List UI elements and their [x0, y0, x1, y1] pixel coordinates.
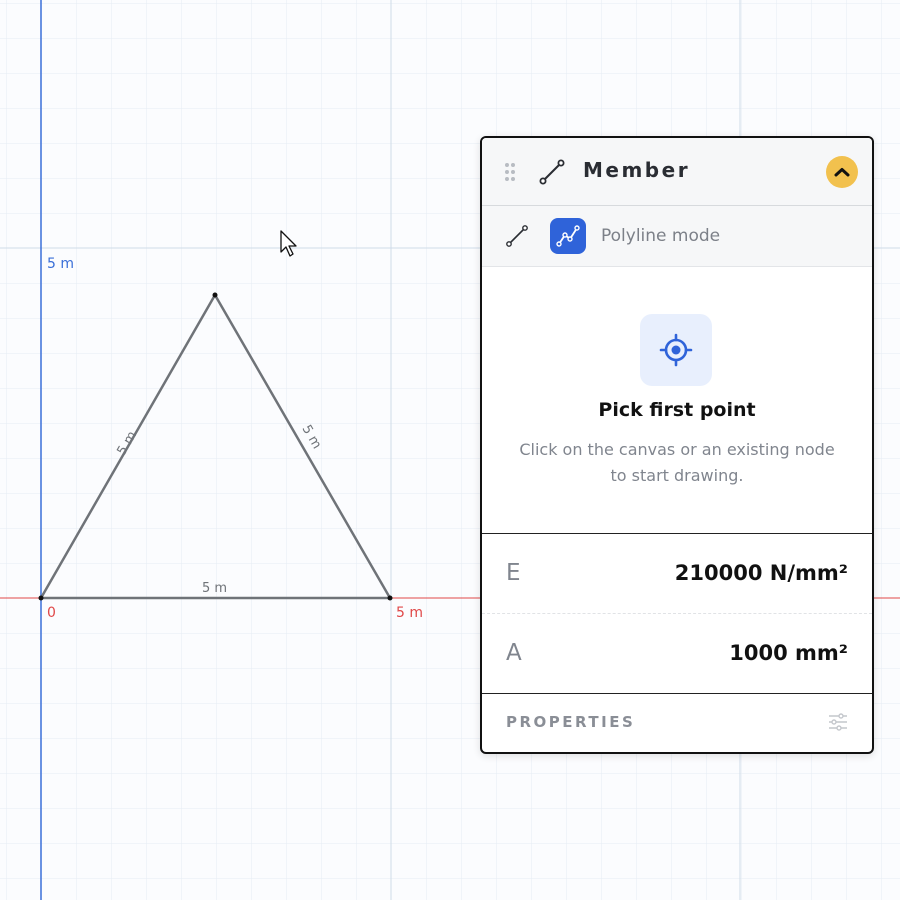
member-length-label: 5 m [202, 581, 227, 596]
property-row-a[interactable]: A 1000 mm² [482, 614, 872, 694]
pick-title: Pick first point [598, 399, 756, 421]
origin-label: 0 [47, 605, 56, 621]
mode-label: Polyline mode [601, 226, 721, 246]
node-origin[interactable] [38, 595, 44, 601]
pick-point-prompt: Pick first point Click on the canvas or … [482, 267, 872, 534]
member-panel: Member Polyline mode Pick first point Cl… [480, 136, 874, 754]
property-row-e[interactable]: E 210000 N/mm² [482, 534, 872, 614]
pick-description: Click on the canvas or an existing node … [492, 437, 862, 489]
node-right[interactable] [387, 595, 393, 601]
property-value: 210000 N/mm² [674, 561, 848, 585]
properties-label: PROPERTIES [506, 713, 636, 731]
axis-x-label: 5 m [396, 605, 423, 621]
line-segment-icon [539, 159, 565, 185]
property-key: E [506, 560, 521, 586]
drag-handle-icon[interactable] [504, 162, 516, 182]
pick-description-line: Click on the canvas or an existing node [519, 440, 835, 459]
polyline-mode-button[interactable] [550, 218, 586, 254]
panel-header: Member [482, 138, 872, 206]
polyline-icon [556, 225, 580, 247]
axis-y-label: 5 m [47, 256, 74, 272]
property-value: 1000 mm² [729, 641, 848, 665]
target-box [640, 314, 712, 386]
properties-footer[interactable]: PROPERTIES [482, 694, 872, 750]
panel-title: Member [583, 158, 691, 182]
crosshair-target-icon [659, 333, 693, 367]
node-apex[interactable] [212, 292, 218, 298]
line-mode-button[interactable] [506, 225, 528, 247]
collapse-button[interactable] [826, 156, 858, 188]
pick-description-line: to start drawing. [610, 466, 744, 485]
sliders-icon[interactable] [828, 713, 848, 731]
mode-selector: Polyline mode [482, 206, 872, 267]
property-key: A [506, 640, 522, 666]
chevron-up-icon [834, 168, 850, 177]
